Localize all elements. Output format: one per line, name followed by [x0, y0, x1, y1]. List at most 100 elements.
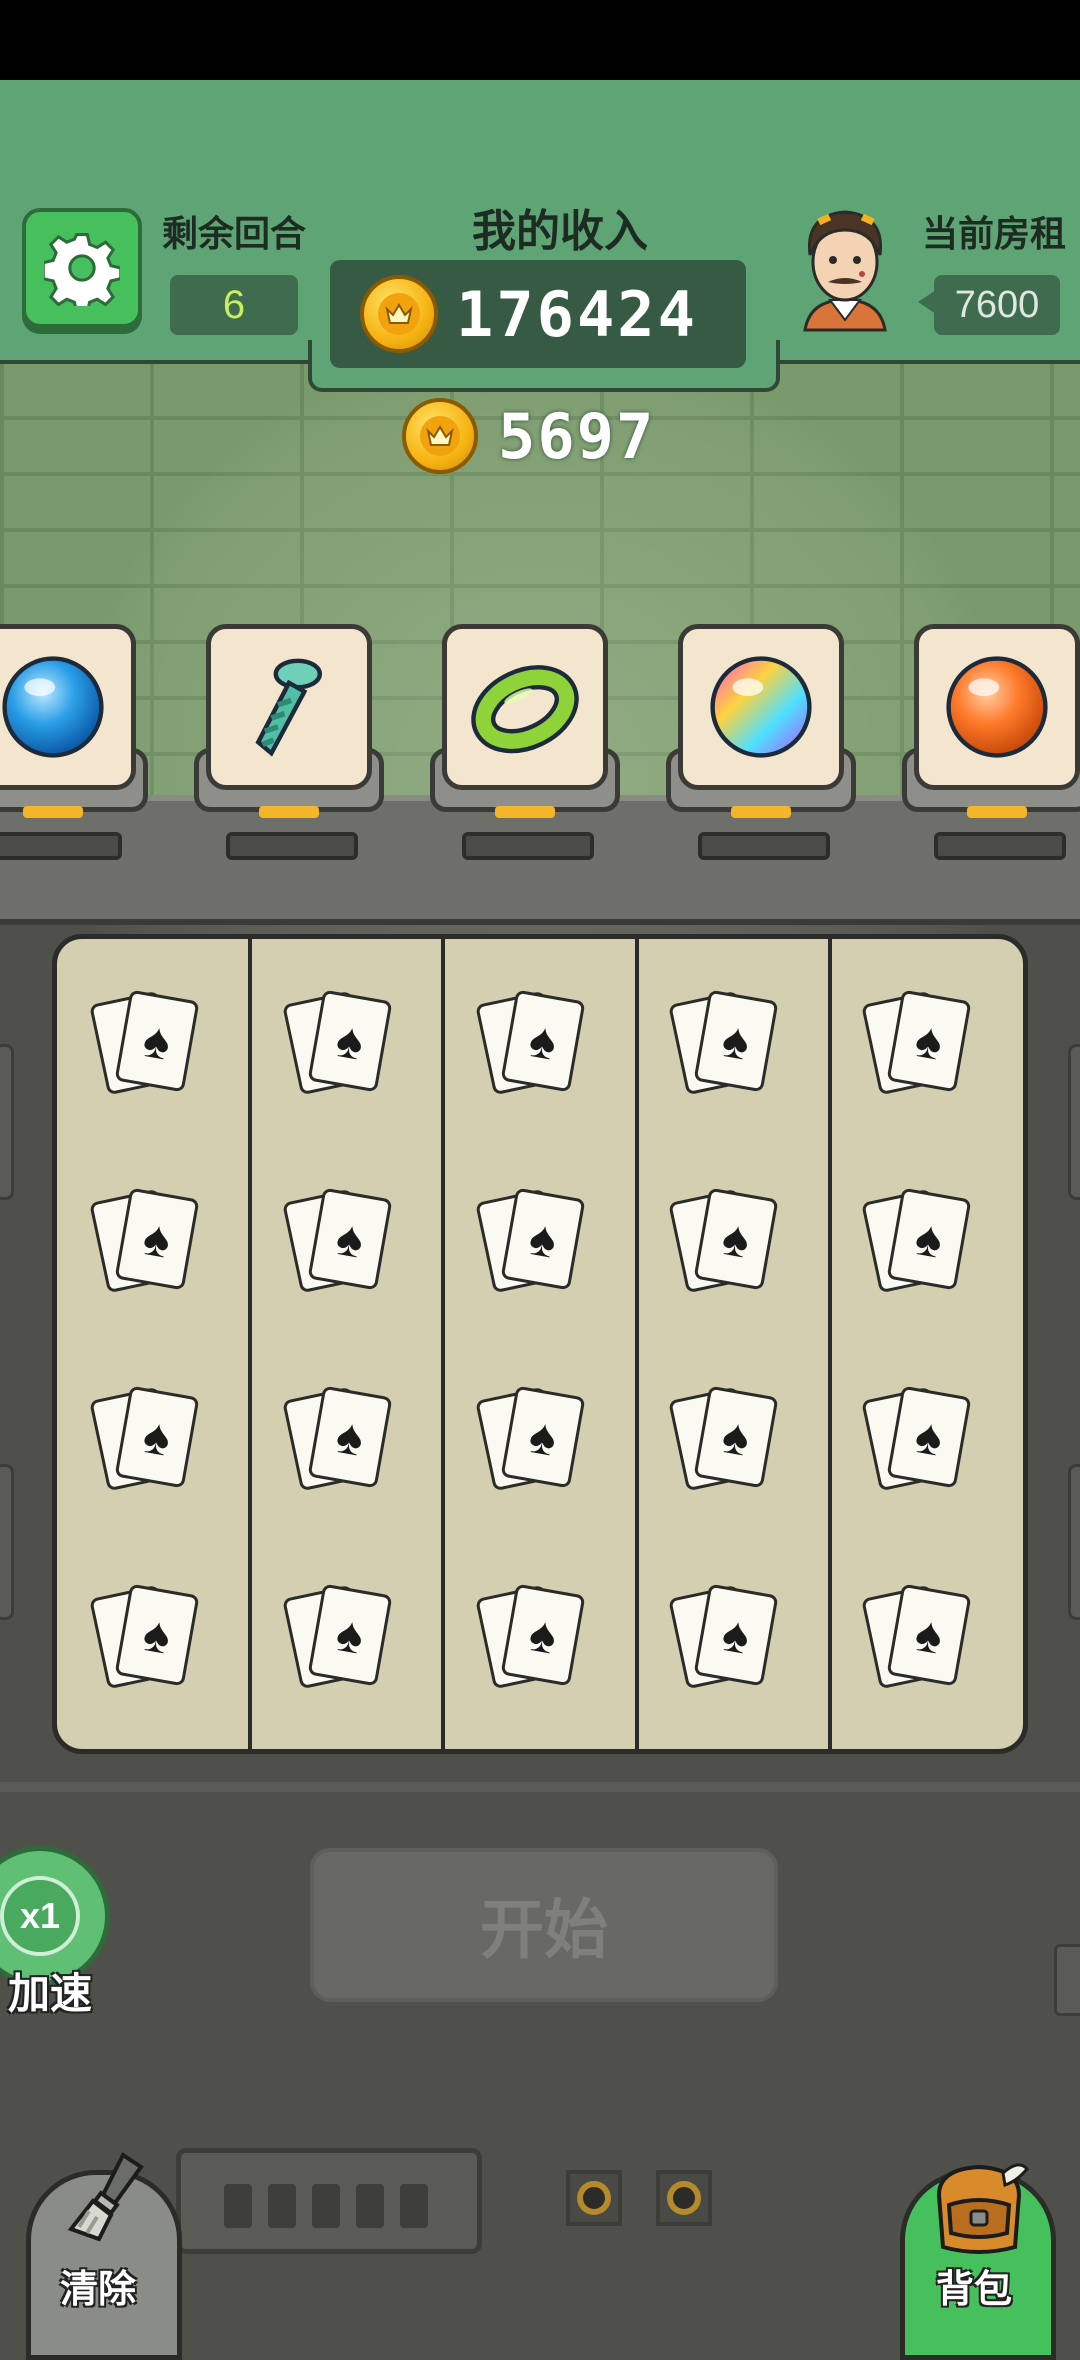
- gear-icon: [44, 233, 120, 306]
- coin-icon: [402, 398, 478, 474]
- panel-slot: [312, 2184, 340, 2228]
- speed-label: 加速: [8, 1970, 93, 2017]
- spade-card-icon: ♠: [886, 1187, 972, 1291]
- card-slot[interactable]: ♠: [668, 1383, 793, 1503]
- card-slot[interactable]: ♠: [861, 1185, 986, 1305]
- socket: [656, 2170, 712, 2226]
- column-divider: [248, 939, 252, 1749]
- card-slot[interactable]: ♠: [89, 1383, 214, 1503]
- status-bar: [0, 0, 1080, 80]
- item-slot[interactable]: [206, 624, 372, 790]
- spade-card-icon: ♠: [886, 1385, 972, 1489]
- pedestal-light: [731, 806, 791, 818]
- speed-multiplier: x1: [0, 1876, 80, 1956]
- spade-card-icon: ♠: [693, 1583, 779, 1687]
- round-income: 5697: [402, 398, 655, 474]
- card-slot[interactable]: ♠: [475, 1185, 600, 1305]
- card-slot[interactable]: ♠: [282, 987, 407, 1107]
- pedestal-light: [23, 806, 83, 818]
- rent-label: 当前房租: [922, 213, 1067, 254]
- right-nub: [1054, 1944, 1080, 2016]
- pedestal-foot: [698, 832, 830, 860]
- spade-card-icon: ♠: [114, 1187, 200, 1291]
- panel-slot: [268, 2184, 296, 2228]
- spade-card-icon: ♠: [114, 989, 200, 1093]
- blue-orb-icon: [2, 656, 104, 758]
- spade-card-icon: ♠: [500, 1187, 586, 1291]
- panel-slot: [400, 2184, 428, 2228]
- socket: [566, 2170, 622, 2226]
- spade-card-icon: ♠: [307, 1385, 393, 1489]
- income-value: 176424: [456, 277, 698, 351]
- column-divider: [635, 939, 639, 1749]
- card-slot[interactable]: ♠: [282, 1383, 407, 1503]
- start-button[interactable]: 开始: [310, 1848, 778, 2002]
- card-slot[interactable]: ♠: [475, 987, 600, 1107]
- card-slot[interactable]: ♠: [861, 1383, 986, 1503]
- brush-icon: [67, 2152, 144, 2242]
- backpack-icon: [936, 2163, 1029, 2254]
- bottom-shelf: [0, 1782, 1080, 1792]
- settings-button[interactable]: [22, 208, 142, 328]
- item-slot[interactable]: [442, 624, 608, 790]
- spade-card-icon: ♠: [886, 989, 972, 1093]
- spade-card-icon: ♠: [500, 989, 586, 1093]
- pedestal-foot: [934, 832, 1066, 860]
- rounds-label: 剩余回合: [162, 213, 307, 254]
- pedestal-foot: [0, 832, 122, 860]
- spade-card-icon: ♠: [307, 989, 393, 1093]
- item-slot[interactable]: [0, 624, 136, 790]
- side-bump: [0, 1464, 14, 1620]
- item-slot[interactable]: [678, 624, 844, 790]
- card-slot[interactable]: ♠: [282, 1185, 407, 1305]
- pedestal-light: [259, 806, 319, 818]
- card-slot[interactable]: ♠: [861, 1581, 986, 1701]
- coin-icon: [360, 275, 438, 353]
- card-slot[interactable]: ♠: [475, 1383, 600, 1503]
- panel-slot: [356, 2184, 384, 2228]
- income-panel: 176424: [330, 260, 746, 368]
- card-slot[interactable]: ♠: [89, 1581, 214, 1701]
- card-slot[interactable]: ♠: [668, 987, 793, 1107]
- spade-card-icon: ♠: [693, 1187, 779, 1291]
- side-bump: [1068, 1464, 1080, 1620]
- spade-card-icon: ♠: [886, 1583, 972, 1687]
- spade-card-icon: ♠: [114, 1583, 200, 1687]
- pedestal-light: [495, 806, 555, 818]
- side-bump: [1068, 1044, 1080, 1200]
- orange-orb-icon: [946, 656, 1048, 758]
- card-slot[interactable]: ♠: [89, 1185, 214, 1305]
- landlord-avatar: [803, 210, 887, 332]
- pedestal-foot: [226, 832, 358, 860]
- backpack-label: 背包: [936, 2269, 1013, 2311]
- striped-tie-icon: [255, 658, 322, 757]
- panel-slot: [224, 2184, 252, 2228]
- side-bump: [0, 1044, 14, 1200]
- card-board: ♠ ♠ ♠ ♠ ♠ ♠ ♠ ♠ ♠ ♠ ♠ ♠ ♠ ♠ ♠ ♠ ♠ ♠ ♠ ♠: [52, 934, 1028, 1754]
- card-slot[interactable]: ♠: [668, 1581, 793, 1701]
- green-ring-icon: [471, 665, 579, 754]
- spade-card-icon: ♠: [307, 1187, 393, 1291]
- pedestal-foot: [462, 832, 594, 860]
- pedestal-light: [967, 806, 1027, 818]
- item-slot[interactable]: [914, 624, 1080, 790]
- rent-value: 7600: [934, 275, 1060, 335]
- round-income-value: 5697: [498, 399, 656, 473]
- rainbow-orb-icon: [710, 656, 812, 758]
- spade-card-icon: ♠: [500, 1583, 586, 1687]
- spade-card-icon: ♠: [693, 989, 779, 1093]
- card-slot[interactable]: ♠: [89, 987, 214, 1107]
- column-divider: [441, 939, 445, 1749]
- card-slot[interactable]: ♠: [282, 1581, 407, 1701]
- spade-card-icon: ♠: [500, 1385, 586, 1489]
- spade-card-icon: ♠: [307, 1583, 393, 1687]
- spade-card-icon: ♠: [693, 1385, 779, 1489]
- income-label: 我的收入: [472, 207, 648, 256]
- clear-label: 清除: [60, 2269, 137, 2311]
- spade-card-icon: ♠: [114, 1385, 200, 1489]
- column-divider: [828, 939, 832, 1749]
- card-slot[interactable]: ♠: [475, 1581, 600, 1701]
- card-slot[interactable]: ♠: [861, 987, 986, 1107]
- rounds-value: 6: [170, 275, 298, 335]
- card-slot[interactable]: ♠: [668, 1185, 793, 1305]
